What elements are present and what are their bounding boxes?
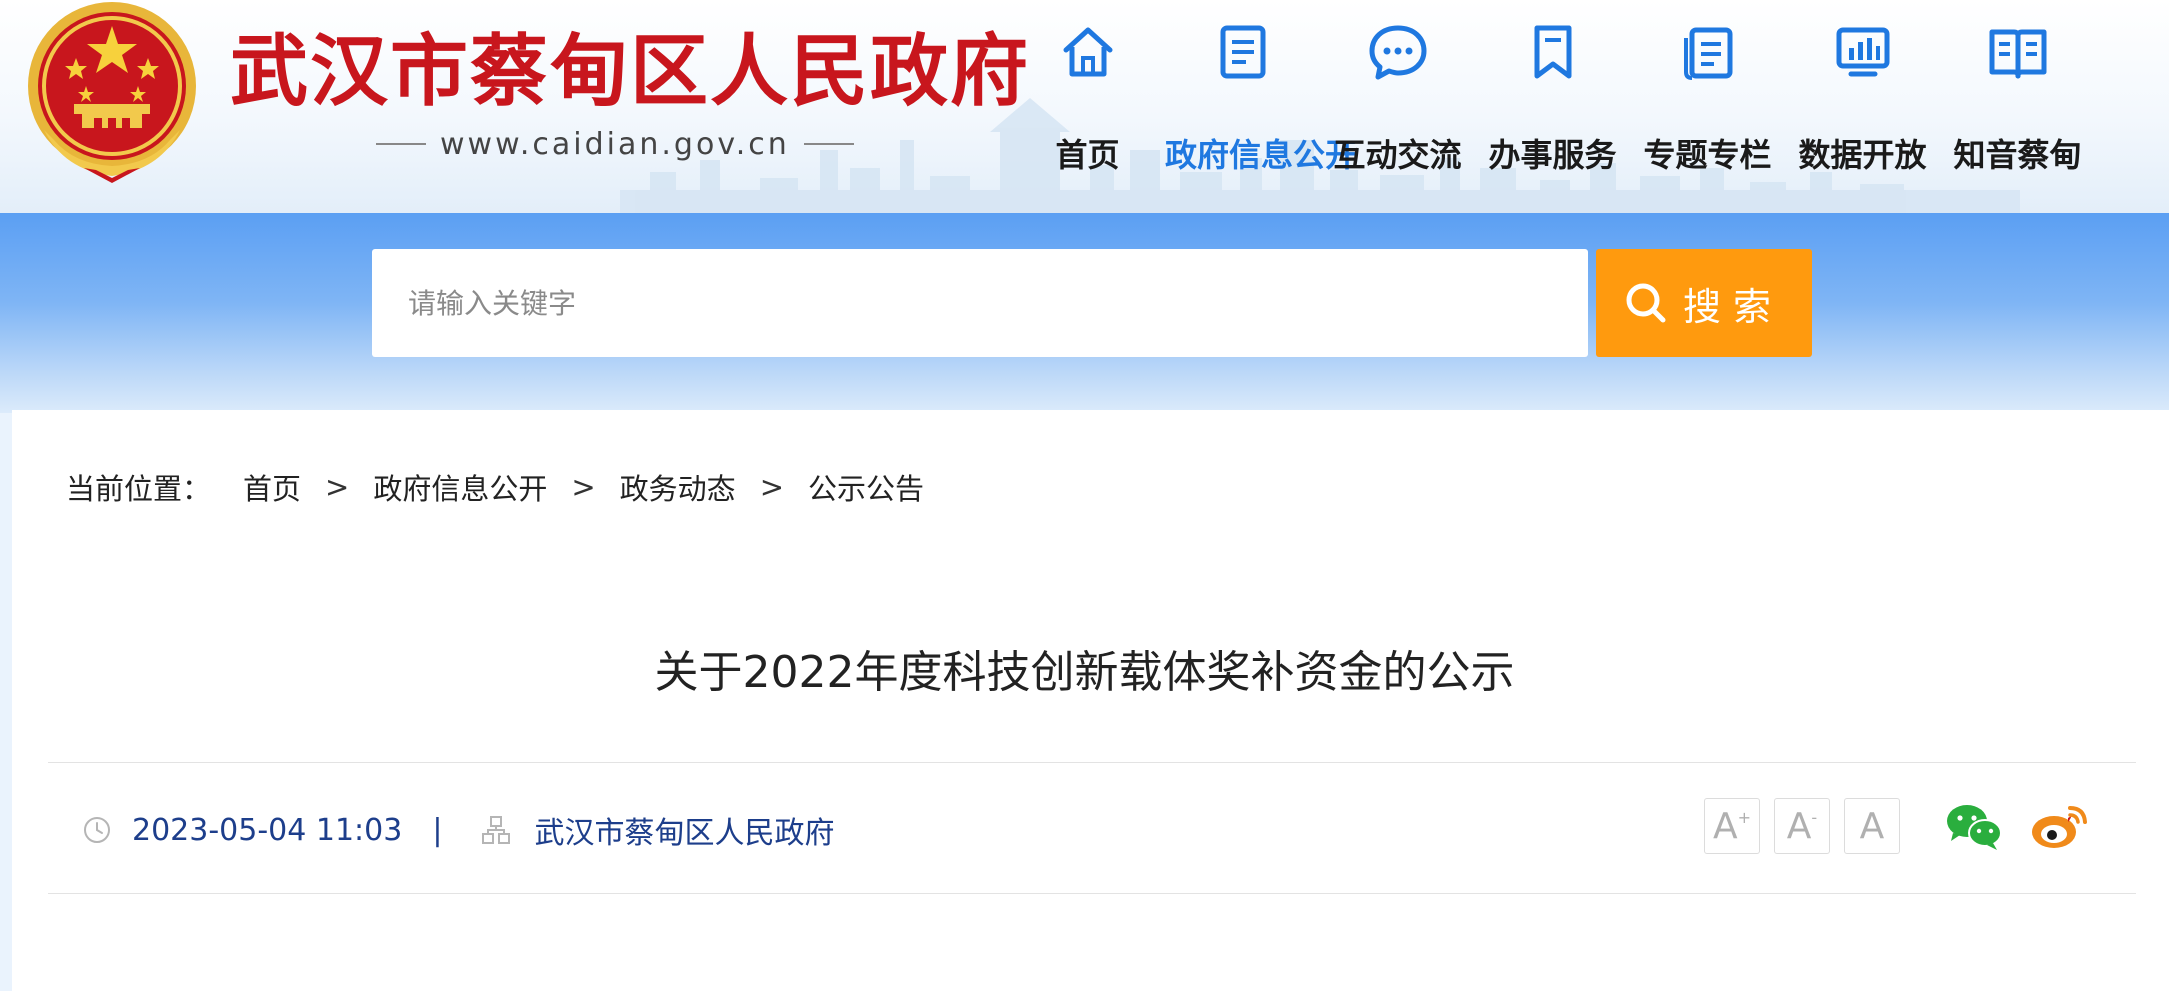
breadcrumb-home[interactable]: 首页 <box>243 466 301 508</box>
search-button[interactable]: 搜索 <box>1596 249 1812 357</box>
minus-superscript-icon: - <box>1811 807 1818 827</box>
nav-label: 首页 <box>1055 136 1120 174</box>
font-reset-label: A <box>1859 805 1885 847</box>
nav-label: 数据开放 <box>1798 136 1927 174</box>
nav-item-interaction[interactable]: 互动交流 <box>1320 20 1475 176</box>
home-icon <box>1063 27 1112 77</box>
site-url[interactable]: www.caidian.gov.cn <box>362 124 868 164</box>
site-title[interactable]: 武汉市蔡甸区人民政府 <box>230 22 1030 122</box>
site-url-text[interactable]: www.caidian.gov.cn <box>440 127 790 162</box>
font-decrease-label: A <box>1786 805 1812 847</box>
publish-datetime: 2023-05-04 11:03 <box>132 812 403 848</box>
breadcrumb-separator: > <box>571 470 596 504</box>
article-title: 关于2022年度科技创新载体奖补资金的公示 <box>654 647 1515 698</box>
search-input[interactable] <box>372 249 1588 357</box>
breadcrumb-separator: > <box>325 470 350 504</box>
article-meta: 2023-05-04 11:03 | 武汉市蔡甸区人民政府 <box>82 810 835 851</box>
clipboard-icon <box>1683 27 1732 80</box>
nav-item-special-topics[interactable]: 专题专栏 <box>1630 20 1785 176</box>
bookmark-icon <box>1534 25 1571 79</box>
breadcrumb-prefix: 当前位置： <box>66 472 212 506</box>
nav-label: 政府信息公开 <box>1165 136 1358 174</box>
wechat-icon[interactable] <box>1945 803 2003 851</box>
title-divider <box>48 762 2136 763</box>
site-header: 武汉市蔡甸区人民政府 www.caidian.gov.cn 首页 政府信息公开 <box>0 0 2169 213</box>
breadcrumb-government-info[interactable]: 政府信息公开 <box>373 466 547 508</box>
nav-label: 互动交流 <box>1333 136 1462 174</box>
font-increase-label: A <box>1712 805 1738 847</box>
search-button-label: 搜索 <box>1682 284 1783 329</box>
chat-bubble-icon <box>1369 25 1426 80</box>
nav-item-services[interactable]: 办事服务 <box>1475 20 1630 176</box>
document-icon <box>1220 25 1265 79</box>
nav-label: 办事服务 <box>1488 136 1617 174</box>
open-book-icon <box>1989 29 2046 79</box>
breadcrumb-public-notices[interactable]: 公示公告 <box>808 466 924 508</box>
meta-divider <box>48 893 2136 894</box>
main-navigation: 首页 政府信息公开 互动交流 办事服务 专题专栏 数据开放 知音蔡甸 <box>1010 20 2095 176</box>
bar-chart-icon <box>1836 27 1889 77</box>
plus-superscript-icon: + <box>1737 807 1752 827</box>
breadcrumb-separator: > <box>759 470 784 504</box>
meta-separator: | <box>432 812 443 848</box>
clock-icon <box>84 817 110 843</box>
font-increase-button[interactable]: A + <box>1704 798 1760 854</box>
font-decrease-button[interactable]: A - <box>1774 798 1830 854</box>
url-left-rule <box>376 143 426 145</box>
national-emblem-logo <box>28 2 196 183</box>
nav-item-zhiyin-caidian[interactable]: 知音蔡甸 <box>1940 20 2095 176</box>
nav-item-government-info[interactable]: 政府信息公开 <box>1165 20 1358 176</box>
weibo-icon[interactable] <box>2030 800 2090 852</box>
url-right-rule <box>803 143 854 145</box>
organization-icon <box>482 816 511 844</box>
nav-item-home[interactable]: 首页 <box>1010 20 1165 176</box>
nav-label: 专题专栏 <box>1643 136 1772 174</box>
search-icon <box>1626 283 1666 323</box>
nav-label: 知音蔡甸 <box>1953 136 2082 174</box>
font-reset-button[interactable]: A <box>1844 798 1900 854</box>
nav-item-open-data[interactable]: 数据开放 <box>1785 20 1940 176</box>
publisher-source: 武汉市蔡甸区人民政府 <box>534 816 835 851</box>
breadcrumb: 当前位置： 首页 > 政府信息公开 > 政务动态 > 公示公告 <box>66 466 924 508</box>
breadcrumb-government-news[interactable]: 政务动态 <box>620 466 736 508</box>
